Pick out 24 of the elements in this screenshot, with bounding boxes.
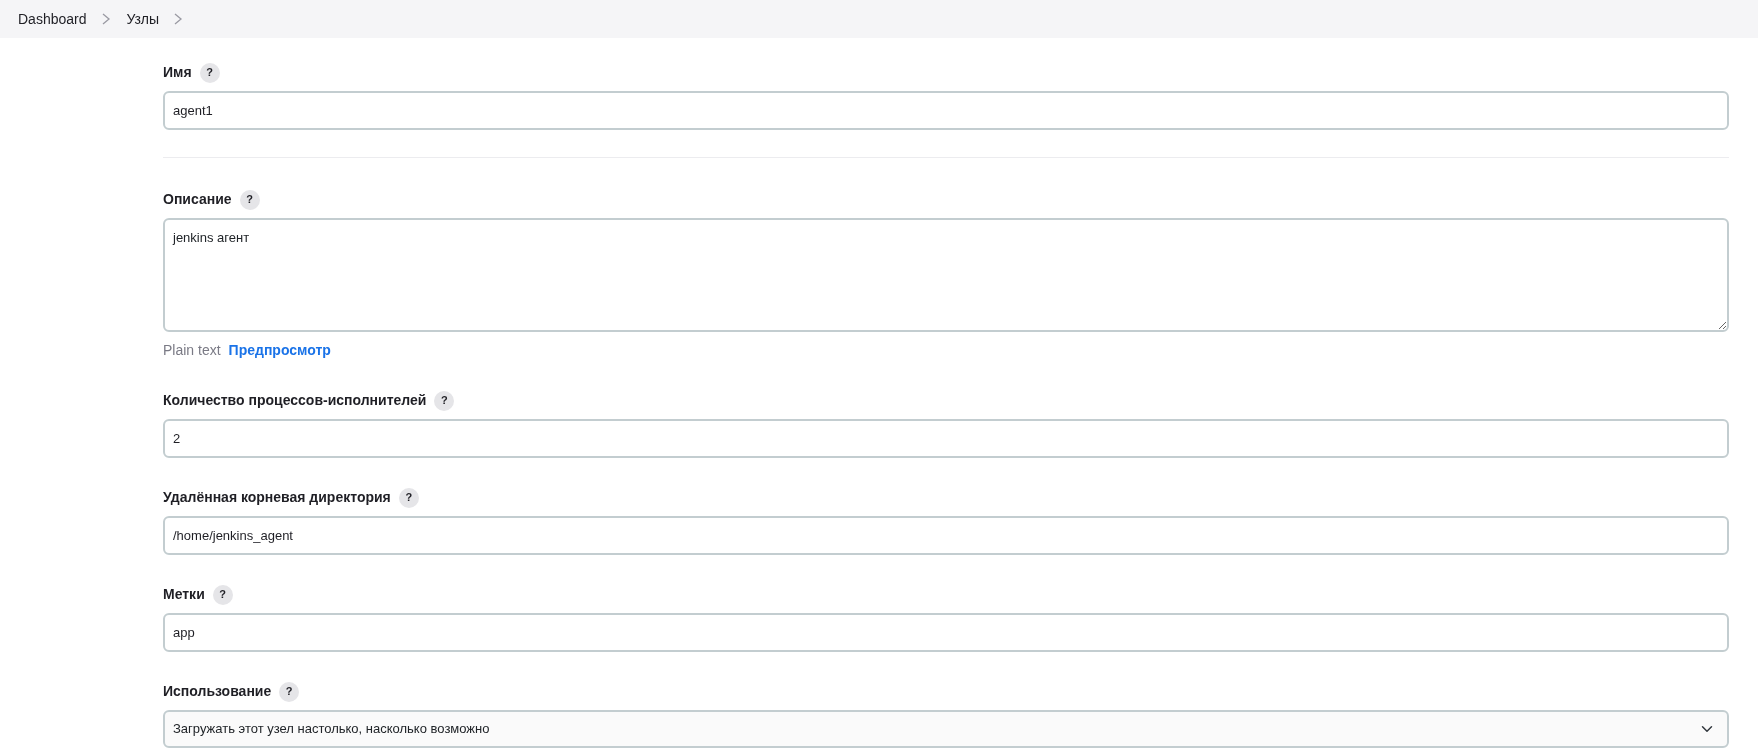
dropdown-field[interactable]: Загружать этот узел настолько, насколько возможно [163,710,1729,748]
breadcrumb-link[interactable]: Dashboard [18,8,87,30]
input-field[interactable]: 2 [163,419,1729,458]
input-field[interactable]: app [163,613,1729,652]
field-label: Описание [163,190,232,209]
chevron-icon [100,13,111,25]
help-button[interactable]: ? [239,189,260,210]
description-field[interactable]: jenkins агент [163,218,1729,332]
help-button[interactable]: ? [279,681,300,702]
field-label: Удалённая корневая директория [163,488,391,507]
help-button[interactable]: ? [212,584,233,605]
field-label: Использование [163,682,272,701]
field-label: Имя [163,63,192,82]
input-field[interactable]: agent1 [163,91,1729,130]
preview-link[interactable]: Предпросмотр [228,340,331,361]
field-label: Метки [163,585,205,604]
help-button[interactable]: ? [434,390,455,411]
field-label: Количество процессов-исполнителей [163,391,427,410]
format-label: Plain text [163,341,221,360]
breadcrumb-link[interactable]: Узлы [126,8,160,30]
input-field[interactable]: /home/jenkins_agent [163,516,1729,555]
help-button[interactable]: ? [398,487,419,508]
chevron-icon [173,13,184,25]
help-button[interactable]: ? [199,62,220,83]
